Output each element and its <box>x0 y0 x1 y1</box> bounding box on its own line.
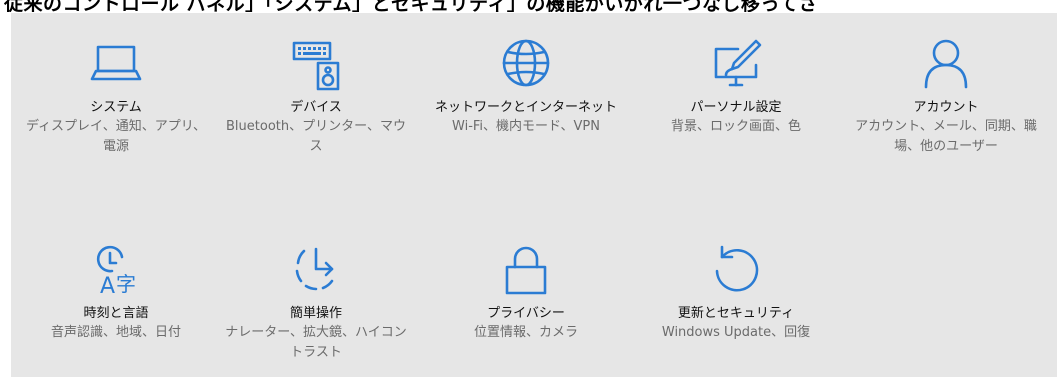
top-cropped-text-label: 従来のコントロール パネル」「システム」とセキュリティ」の機能がいがれ一つなし移… <box>4 0 818 12</box>
tile-time-language[interactable]: A 字 時刻と言語 音声認識、地域、日付 <box>21 241 211 343</box>
tile-personalization[interactable]: パーソナル設定 背景、ロック画面、色 <box>641 35 831 137</box>
tile-title: 時刻と言語 <box>83 306 149 321</box>
tile-title: デバイス <box>290 100 342 115</box>
ease-of-access-icon <box>288 241 344 297</box>
tile-privacy[interactable]: プライバシー 位置情報、カメラ <box>431 241 621 343</box>
laptop-icon <box>88 35 144 91</box>
tile-title: パーソナル設定 <box>690 100 782 115</box>
top-cropped-text: 従来のコントロール パネル」「システム」とセキュリティ」の機能がいがれ一つなし移… <box>0 0 1057 12</box>
settings-panel: システム ディスプレイ、通知、アプリ、電源 デバイス Bluetooth、プリン… <box>11 13 1057 377</box>
lock-icon <box>498 241 554 297</box>
tile-desc: Wi-Fi、機内モード、VPN <box>452 119 600 134</box>
globe-icon <box>498 35 554 91</box>
tile-desc: ナレーター、拡大鏡、ハイコントラスト <box>225 325 407 360</box>
tile-title: アカウント <box>913 100 979 115</box>
keyboard-speaker-icon <box>288 35 344 91</box>
tile-system[interactable]: システム ディスプレイ、通知、アプリ、電源 <box>21 35 211 157</box>
tile-title: 簡単操作 <box>289 306 342 321</box>
tile-desc: 位置情報、カメラ <box>473 325 578 340</box>
clock-language-icon: A 字 <box>88 241 144 299</box>
tile-title: システム <box>90 100 142 115</box>
svg-text:字: 字 <box>116 272 136 296</box>
tile-accounts[interactable]: アカウント アカウント、メール、同期、職場、他のユーザー <box>851 35 1041 157</box>
tile-ease-of-access[interactable]: 簡単操作 ナレーター、拡大鏡、ハイコントラスト <box>221 241 411 363</box>
tile-title: 更新とセキュリティ <box>677 306 795 321</box>
tile-desc: 音声認識、地域、日付 <box>50 325 181 340</box>
tile-devices[interactable]: デバイス Bluetooth、プリンター、マウス <box>221 35 411 157</box>
tile-desc: 背景、ロック画面、色 <box>670 119 801 134</box>
svg-text:A: A <box>100 274 115 299</box>
tile-title: プライバシー <box>487 306 565 321</box>
tile-update-security[interactable]: 更新とセキュリティ Windows Update、回復 <box>641 241 831 343</box>
person-icon <box>918 35 974 91</box>
tile-desc: Bluetooth、プリンター、マウス <box>226 119 406 154</box>
tile-desc: ディスプレイ、通知、アプリ、電源 <box>25 119 207 154</box>
tile-desc: アカウント、メール、同期、職場、他のユーザー <box>855 119 1037 154</box>
tile-title: ネットワークとインターネット <box>434 100 617 115</box>
paint-monitor-icon <box>708 35 764 91</box>
tile-network[interactable]: ネットワークとインターネット Wi-Fi、機内モード、VPN <box>431 35 621 137</box>
refresh-icon <box>708 241 764 297</box>
tile-desc: Windows Update、回復 <box>661 325 811 340</box>
